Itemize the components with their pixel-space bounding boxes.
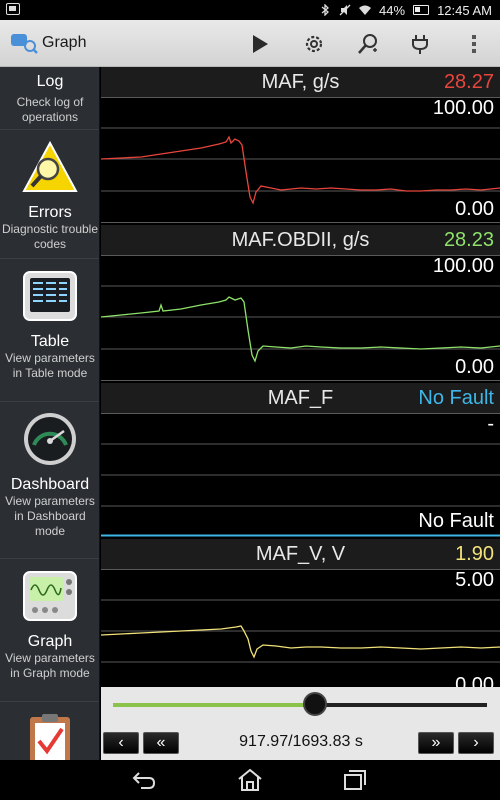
back-button[interactable] — [124, 766, 164, 794]
settings-button[interactable] — [298, 28, 330, 60]
search-icon — [358, 34, 377, 54]
panel-header: MAF_F No Fault — [101, 383, 500, 413]
recent-apps-button[interactable] — [335, 766, 375, 794]
connect-button[interactable] — [404, 28, 436, 60]
gauge-icon — [24, 413, 76, 465]
graph-area: MAF, g/s 28.27 100.00 0.00 MAF.OBDII, g/… — [101, 67, 500, 687]
plug-icon — [412, 35, 428, 54]
play-icon — [253, 35, 268, 53]
search-button[interactable] — [352, 28, 384, 60]
panel-maf-v: MAF_V, V 1.90 5.00 0.00 — [101, 539, 500, 687]
gear-icon — [305, 35, 323, 53]
axis-max-label: 5.00 — [455, 569, 494, 591]
system-navigation-bar — [0, 760, 500, 800]
signal-line — [101, 296, 500, 363]
parameter-value: 28.23 — [443, 229, 494, 251]
panel-maf-obdii: MAF.OBDII, g/s 28.23 100.00 0.00 — [101, 225, 500, 381]
sidebar-item-label: Log — [36, 73, 64, 90]
axis-min-label: No Fault — [418, 510, 494, 532]
sidebar-item-desc: Diagnostic trouble codes — [1, 222, 99, 251]
parameter-name: MAF, g/s — [261, 71, 340, 93]
sidebar-item-desc: View parameters in Graph mode — [5, 651, 95, 680]
plot-area[interactable]: - No Fault — [101, 413, 500, 537]
app-logo-icon[interactable] — [10, 32, 38, 54]
parameter-value: 1.90 — [455, 543, 494, 565]
playback-controls: ‹ « 917.97/1693.83 s » › — [101, 687, 500, 760]
clipboard-check-icon — [30, 714, 70, 760]
sidebar-item-table[interactable]: Table View parameters in Table mode — [0, 260, 99, 402]
sidebar-item-label: Table — [30, 333, 70, 350]
panel-header: MAF, g/s 28.27 — [101, 67, 500, 97]
axis-max-label: 100.00 — [432, 97, 494, 119]
timeline-slider-thumb[interactable] — [303, 692, 327, 716]
sidebar-item-errors[interactable]: Errors Diagnostic trouble codes — [0, 131, 99, 259]
bluetooth-icon — [321, 4, 329, 16]
timeline-slider[interactable] — [113, 692, 487, 716]
battery-percent: 44% — [379, 2, 406, 18]
wifi-icon — [359, 5, 372, 15]
recent-apps-icon — [344, 770, 366, 790]
home-icon — [238, 768, 262, 791]
panel-maf: MAF, g/s 28.27 100.00 0.00 — [101, 67, 500, 223]
axis-min-label: 0.00 — [455, 356, 494, 378]
oscilloscope-icon — [23, 571, 77, 621]
sidebar-item-graph[interactable]: Graph View parameters in Graph mode — [0, 560, 99, 702]
panel-maf-f: MAF_F No Fault - No Fault — [101, 383, 500, 537]
table-icon — [23, 271, 77, 321]
sidebar-item-desc: Check log of operations — [16, 95, 84, 124]
parameter-name: MAF.OBDII, g/s — [231, 229, 370, 251]
step-back-button[interactable]: ‹ — [103, 732, 139, 754]
panel-header: MAF.OBDII, g/s 28.23 — [101, 225, 500, 255]
overflow-menu-button[interactable] — [458, 28, 490, 60]
signal-line — [101, 135, 500, 205]
sidebar-item-report[interactable] — [0, 703, 99, 760]
status-bar: 44% 12:45 AM — [0, 0, 500, 20]
axis-max-label: 100.00 — [432, 255, 494, 277]
screenshot-notification-icon — [6, 3, 20, 15]
plot-area[interactable]: 5.00 0.00 — [101, 569, 500, 687]
back-arrow-icon — [132, 772, 156, 789]
sidebar-item-label: Dashboard — [10, 476, 90, 493]
step-forward-button[interactable]: › — [458, 732, 494, 754]
plot-grid — [101, 569, 500, 663]
time-readout: 917.97/1693.83 s — [239, 733, 363, 750]
sidebar-item-dashboard[interactable]: Dashboard View parameters in Dashboard m… — [0, 403, 99, 559]
sidebar-item-log[interactable]: Log Check log of operations — [0, 67, 99, 130]
action-bar: Graph — [0, 20, 500, 67]
warning-magnifier-icon — [22, 140, 78, 192]
mute-icon — [339, 4, 351, 16]
parameter-value: No Fault — [418, 387, 494, 409]
play-button[interactable] — [244, 28, 276, 60]
rewind-button[interactable]: « — [143, 732, 179, 754]
sidebar-item-label: Errors — [28, 204, 72, 221]
fast-forward-button[interactable]: » — [418, 732, 454, 754]
panel-header: MAF_V, V 1.90 — [101, 539, 500, 569]
parameter-value: 28.27 — [443, 71, 494, 93]
axis-min-label: 0.00 — [455, 674, 494, 687]
app-title: Graph — [42, 34, 87, 51]
parameter-name: MAF_V, V — [255, 543, 346, 565]
sidebar-item-label: Graph — [27, 633, 73, 650]
home-button[interactable] — [230, 766, 270, 794]
axis-max-label: - — [487, 413, 494, 435]
sidebar: Log Check log of operations Errors Diagn… — [0, 67, 100, 760]
clock: 12:45 AM — [437, 2, 492, 18]
timeline-slider-fill — [113, 703, 315, 707]
plot-area[interactable]: 100.00 0.00 — [101, 255, 500, 381]
battery-icon — [413, 5, 430, 15]
axis-min-label: 0.00 — [455, 198, 494, 220]
sidebar-item-desc: View parameters in Table mode — [5, 351, 95, 380]
more-vertical-icon — [472, 35, 476, 53]
plot-area[interactable]: 100.00 0.00 — [101, 97, 500, 223]
sidebar-item-desc: View parameters in Dashboard mode — [5, 494, 95, 538]
